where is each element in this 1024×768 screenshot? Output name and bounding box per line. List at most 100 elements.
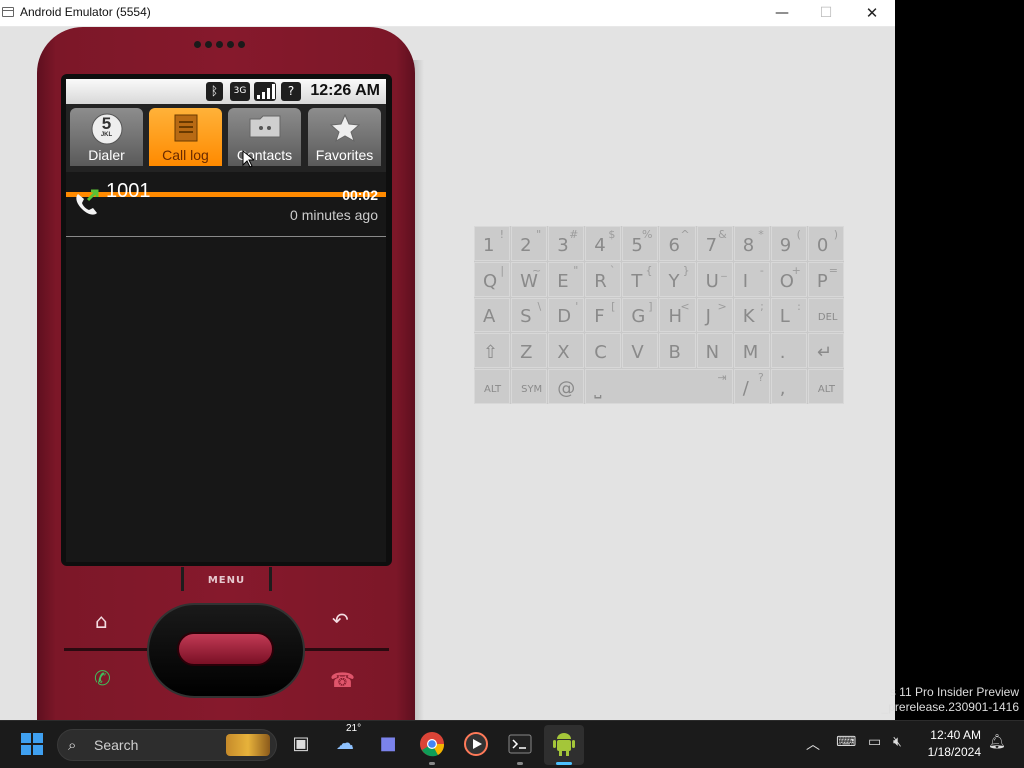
- key-p[interactable]: P =: [807, 261, 844, 297]
- key-0[interactable]: 0): [807, 226, 844, 261]
- key-g[interactable]: G]: [622, 297, 659, 333]
- key-2[interactable]: 2 ": [511, 226, 548, 261]
- key-alt-label: }: [682, 263, 690, 277]
- key-r[interactable]: R `: [585, 261, 622, 297]
- key-label: /: [742, 377, 749, 399]
- key-5[interactable]: 5%: [622, 226, 659, 261]
- key-alt-label: =: [828, 263, 838, 277]
- key-sym-4-2[interactable]: @: [548, 369, 585, 404]
- key-sym-4-5[interactable]: ,: [770, 369, 807, 404]
- key-l[interactable]: L:: [770, 297, 807, 333]
- menu-button[interactable]: MENU: [181, 567, 272, 591]
- key-sym-3-0[interactable]: ⇧: [474, 333, 511, 369]
- key-alt-label: ⇥: [717, 371, 727, 385]
- call-log-row[interactable]: 1001 00:02 0 minutes ago: [66, 172, 386, 236]
- key-label: N: [705, 342, 720, 364]
- key-label: ALT: [817, 383, 836, 395]
- key-x[interactable]: X: [548, 333, 585, 369]
- key-sym-4-3[interactable]: ⎵ ⇥: [585, 369, 733, 404]
- key-label: A: [483, 306, 496, 328]
- key-label: M: [742, 342, 759, 364]
- key-alt-label: ": [536, 228, 542, 241]
- key-a[interactable]: A: [474, 297, 511, 333]
- key-k[interactable]: K;: [733, 297, 770, 333]
- tab-favorites[interactable]: Favorites: [308, 108, 381, 166]
- key-f[interactable]: F[: [585, 297, 622, 333]
- chrome-icon[interactable]: [417, 729, 447, 765]
- key-label: C: [594, 342, 607, 364]
- key-sym-3-8[interactable]: .: [770, 333, 807, 369]
- clock-time[interactable]: 12:40 AM: [927, 728, 981, 742]
- window-title: Android Emulator (5554): [20, 5, 151, 19]
- key-alt[interactable]: ALT: [807, 369, 844, 404]
- weather-temp: 21°: [346, 723, 362, 734]
- key-7[interactable]: 7 &: [696, 226, 733, 261]
- key-label: I: [742, 270, 748, 292]
- key-sym-3-9[interactable]: ↵: [807, 333, 844, 369]
- key-label: U: [705, 270, 719, 292]
- key-v[interactable]: V: [622, 333, 659, 369]
- end-call-icon[interactable]: ☎: [330, 668, 355, 692]
- volume-muted-icon[interactable]: 🔇︎: [893, 734, 902, 750]
- video-call-icon[interactable]: ■: [373, 729, 403, 759]
- key-n[interactable]: N: [696, 333, 733, 369]
- key-z[interactable]: Z: [511, 333, 548, 369]
- key-t[interactable]: T{: [622, 261, 659, 297]
- key-1[interactable]: 1!: [474, 226, 511, 261]
- taskbar-search[interactable]: ⌕ Search: [57, 729, 277, 761]
- key-alt[interactable]: ALT: [474, 369, 511, 404]
- key-b[interactable]: B: [659, 333, 696, 369]
- clock-date[interactable]: 1/18/2024: [921, 745, 981, 759]
- trackball[interactable]: [177, 632, 274, 666]
- media-player-icon[interactable]: [461, 729, 491, 759]
- key-label: K: [742, 306, 755, 328]
- key-6[interactable]: 6 ^: [659, 226, 696, 261]
- key-s[interactable]: S \: [511, 297, 548, 333]
- key-label: @: [557, 377, 576, 399]
- tab-contacts[interactable]: Contacts: [228, 108, 301, 166]
- key-h[interactable]: H <: [659, 297, 696, 333]
- key-9[interactable]: 9(: [770, 226, 807, 261]
- status-time: 12:26 AM: [310, 82, 380, 99]
- back-icon[interactable]: ↶: [332, 608, 349, 632]
- key-sym-4-4[interactable]: /?: [733, 369, 770, 404]
- key-8[interactable]: 8 *: [733, 226, 770, 261]
- android-emulator-icon[interactable]: [549, 729, 579, 765]
- chevron-up-icon[interactable]: ︿: [806, 734, 820, 754]
- tab-call-log[interactable]: Call log: [149, 108, 222, 166]
- close-button[interactable]: ✕: [849, 0, 895, 27]
- notification-bell-icon[interactable]: 🔔︎: [988, 734, 1006, 750]
- key-alt-label: !: [499, 228, 505, 241]
- key-j[interactable]: J >: [696, 297, 733, 333]
- key-o[interactable]: O +: [770, 261, 807, 297]
- network-icon[interactable]: ▭: [868, 734, 881, 750]
- key-w[interactable]: W ~: [511, 261, 548, 297]
- row-divider: [66, 236, 386, 237]
- maximize-button[interactable]: ☐: [803, 0, 849, 27]
- home-icon[interactable]: ⌂: [95, 609, 108, 633]
- key-q[interactable]: Q |: [474, 261, 511, 297]
- key-m[interactable]: M: [733, 333, 770, 369]
- key-alt-label: ": [573, 263, 579, 277]
- terminal-icon[interactable]: [505, 729, 535, 765]
- call-icon[interactable]: ✆: [94, 666, 111, 690]
- windows-start-icon[interactable]: [21, 733, 43, 755]
- tab-dialer[interactable]: 5 JKL Dialer: [70, 108, 143, 166]
- key-del[interactable]: DEL: [807, 297, 844, 333]
- key-d[interactable]: D ': [548, 297, 585, 333]
- key-alt-label: <: [680, 299, 690, 313]
- key-4[interactable]: 4 $: [585, 226, 622, 261]
- key-y[interactable]: Y}: [659, 261, 696, 297]
- keyboard-icon[interactable]: ⌨: [836, 734, 856, 750]
- key-label: Q: [483, 270, 498, 292]
- key-label: D: [557, 306, 572, 328]
- key-i[interactable]: I-: [733, 261, 770, 297]
- key-label: 3: [557, 234, 569, 256]
- minimize-button[interactable]: —: [759, 0, 805, 27]
- key-e[interactable]: E ": [548, 261, 585, 297]
- key-c[interactable]: C: [585, 333, 622, 369]
- key-sym[interactable]: SYM: [511, 369, 548, 404]
- task-view-icon[interactable]: ▣: [286, 729, 316, 759]
- key-3[interactable]: 3 #: [548, 226, 585, 261]
- key-u[interactable]: U _: [696, 261, 733, 297]
